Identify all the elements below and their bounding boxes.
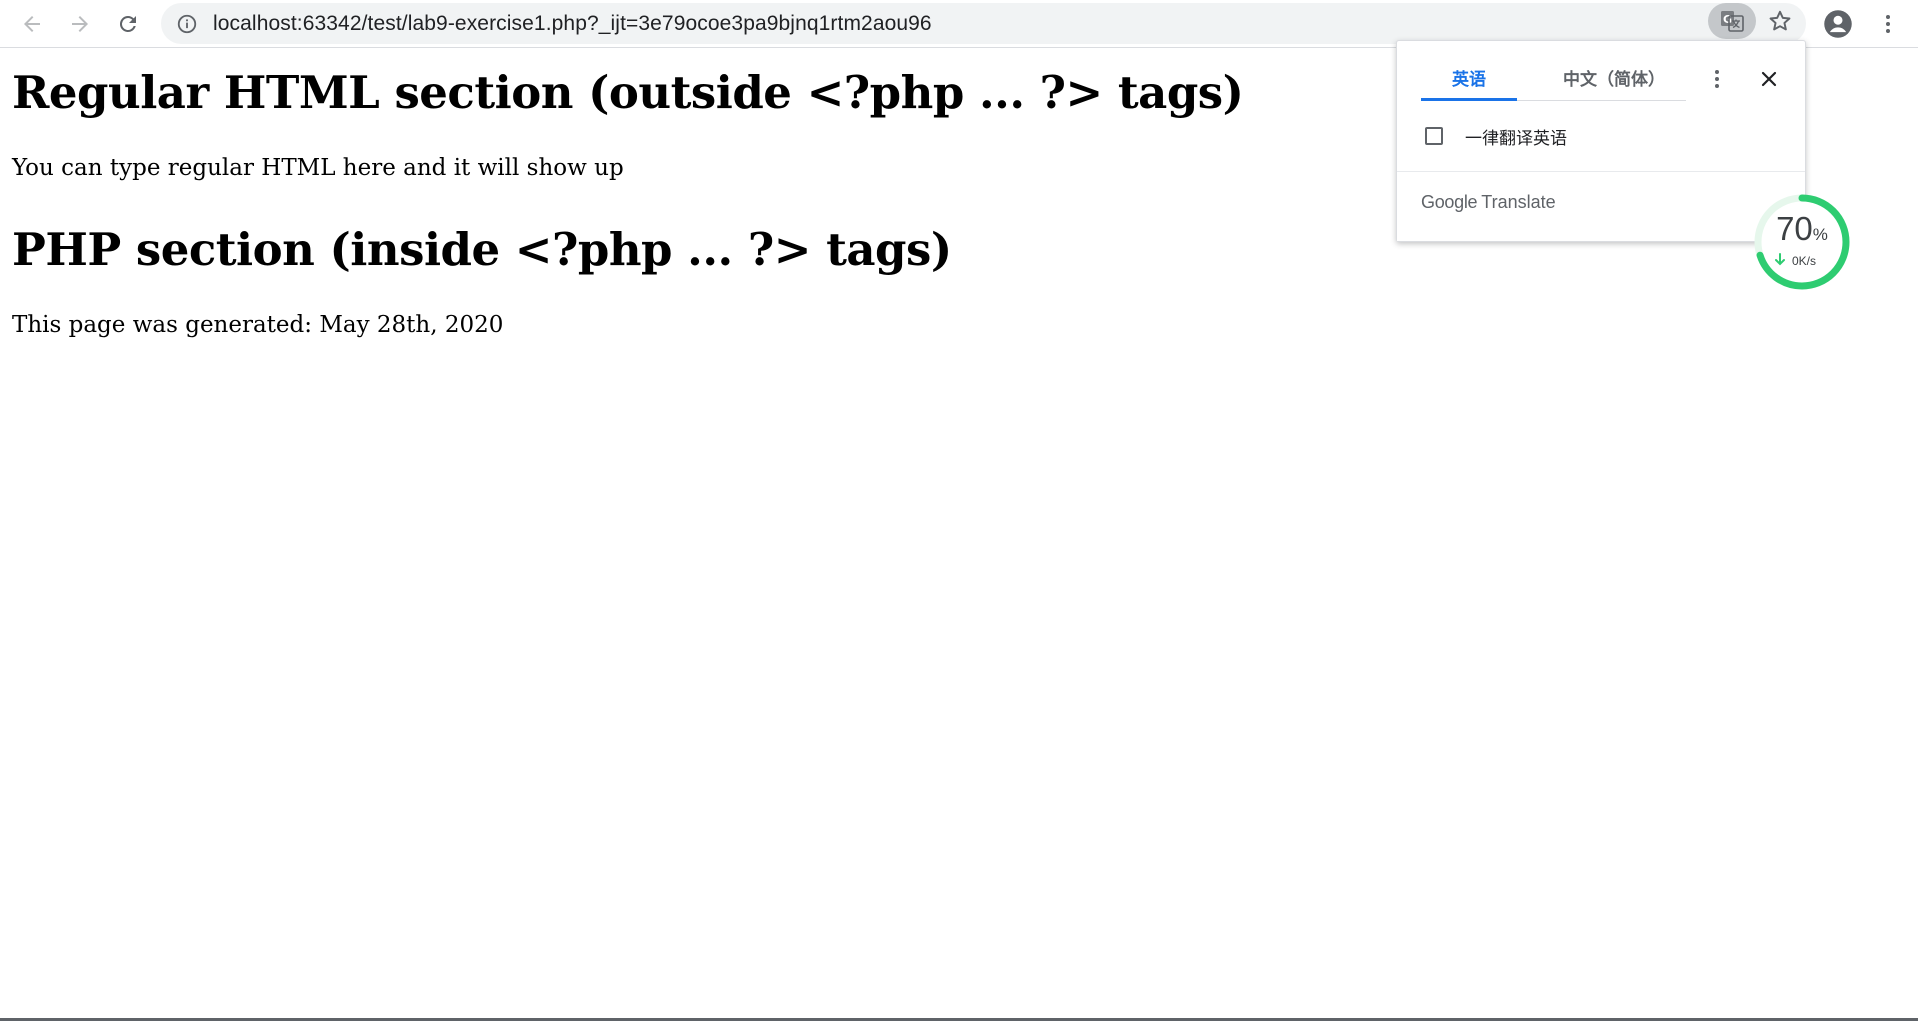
brand-translate: Translate xyxy=(1481,192,1556,212)
google-translate-logo: Google Translate xyxy=(1421,192,1556,213)
translate-button[interactable]: G xyxy=(1708,3,1756,39)
speed-percent-value: 70 xyxy=(1776,210,1813,247)
account-icon xyxy=(1824,10,1852,38)
close-button[interactable] xyxy=(1753,63,1785,95)
speed-percent: 70% xyxy=(1752,210,1852,248)
translate-options-button[interactable] xyxy=(1703,63,1731,95)
heading-regular-html: Regular HTML section (outside <?php ... … xyxy=(12,66,1244,119)
star-icon xyxy=(1769,10,1791,31)
speed-rate: 0K/s xyxy=(1792,254,1817,268)
text-regular-html: You can type regular HTML here and it wi… xyxy=(12,155,624,181)
arrow-right-icon xyxy=(72,16,88,32)
always-translate-label[interactable]: 一律翻译英语 xyxy=(1465,124,1567,149)
arrow-left-icon xyxy=(24,16,40,32)
tab-chinese-simplified[interactable]: 中文（简体） xyxy=(1539,59,1689,101)
profile-button[interactable] xyxy=(1820,6,1856,42)
kebab-menu-icon xyxy=(1715,70,1719,88)
reload-icon xyxy=(119,15,136,32)
bookmark-button[interactable] xyxy=(1762,3,1798,39)
language-tabs: 英语 中文（简体） xyxy=(1421,59,1686,101)
tab-english[interactable]: 英语 xyxy=(1421,59,1517,101)
forward-button[interactable] xyxy=(62,6,98,42)
popup-footer: Google Translate xyxy=(1397,171,1805,241)
speed-percent-unit: % xyxy=(1812,225,1828,244)
always-translate-checkbox[interactable] xyxy=(1425,127,1443,145)
download-arrow-icon xyxy=(1775,253,1785,266)
close-icon xyxy=(1761,71,1777,87)
text-generated-date: This page was generated: May 28th, 2020 xyxy=(12,312,504,338)
brand-google: Google xyxy=(1421,192,1478,212)
translate-icon: G xyxy=(1721,11,1744,32)
translate-popup: 英语 中文（简体） 一律翻译英语 Google Translate xyxy=(1396,40,1806,242)
url-text[interactable]: localhost:63342/test/lab9-exercise1.php?… xyxy=(213,12,932,36)
info-icon[interactable] xyxy=(176,13,198,35)
kebab-menu-icon xyxy=(1886,15,1890,33)
heading-php-section: PHP section (inside <?php ... ?> tags) xyxy=(12,223,952,276)
address-bar[interactable]: localhost:63342/test/lab9-exercise1.php?… xyxy=(161,3,1806,44)
browser-menu-button[interactable] xyxy=(1870,6,1906,42)
reload-button[interactable] xyxy=(110,6,146,42)
always-translate-option[interactable]: 一律翻译英语 xyxy=(1425,121,1567,151)
network-speed-widget[interactable]: 70% 0K/s xyxy=(1752,192,1852,292)
back-button[interactable] xyxy=(14,6,50,42)
svg-text:G: G xyxy=(1723,13,1732,26)
